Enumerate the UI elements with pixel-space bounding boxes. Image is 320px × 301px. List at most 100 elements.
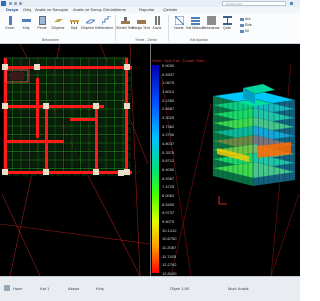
concrete-button[interactable]: Betonarme	[202, 16, 220, 38]
status-icon	[4, 285, 10, 291]
tab-analysis[interactable]: Analiz ve Sonuçlar	[35, 8, 68, 12]
slab-cell	[72, 143, 80, 151]
slab-cell	[115, 143, 123, 151]
stair-icon	[102, 16, 111, 25]
shear-wall-button[interactable]: Perde	[35, 16, 49, 38]
slab-cell	[38, 84, 46, 92]
tab-drawings[interactable]: Çizimler	[163, 8, 177, 12]
slab-cell	[13, 58, 21, 66]
slab-cell	[13, 109, 21, 117]
delete-small-label: Sil	[245, 29, 249, 33]
stair-button[interactable]: Merdiven	[99, 16, 113, 38]
legend-value: 8.0062	[162, 193, 175, 198]
slab-cell	[89, 58, 97, 66]
ribbed-slab-button[interactable]: Dişli	[67, 16, 81, 38]
beam	[4, 140, 64, 143]
plan-view-canvas[interactable]	[0, 44, 150, 276]
column	[43, 169, 49, 175]
slab-cell	[98, 75, 106, 83]
legend-value: 3.7362	[162, 123, 175, 129]
pile-icon	[155, 16, 160, 25]
redo-icon[interactable]	[19, 2, 22, 5]
slab-cell	[38, 160, 46, 168]
slab-cell	[115, 109, 123, 117]
column	[2, 64, 8, 70]
slab-cell	[81, 84, 89, 92]
beam-button[interactable]: Kiriş	[19, 16, 33, 38]
steel-button[interactable]: Çelik	[220, 16, 234, 38]
undo-icon[interactable]	[14, 2, 17, 5]
delete-small-button[interactable]: Sil	[240, 29, 249, 33]
legend-value: 4.8037	[162, 141, 175, 146]
slab-cell	[30, 152, 38, 160]
search-small-button[interactable]: Ara	[240, 17, 250, 21]
slab-cell	[115, 152, 123, 160]
slab-cell	[115, 135, 123, 143]
slab-cell	[106, 92, 114, 100]
mat-foundation-button[interactable]: Radye Temel	[132, 16, 150, 38]
slab-cell	[21, 84, 29, 92]
tab-home[interactable]: Giriş	[23, 8, 31, 12]
slab-cell	[98, 84, 106, 92]
slab-cell	[21, 58, 29, 66]
floor-macro-button[interactable]: Kat Makrosu	[186, 16, 204, 38]
ribbed-slab-icon	[70, 20, 79, 24]
slab-cell	[115, 75, 123, 83]
slab-cell	[13, 160, 21, 168]
slab-cell	[106, 118, 114, 126]
slab-cell	[98, 109, 106, 117]
tab-results-view[interactable]: Analiz ve Sonuç Görüntüleme	[73, 8, 126, 12]
app-logo-icon[interactable]	[1, 1, 6, 6]
slab-cell	[38, 118, 46, 126]
legend-value: 9.0737	[162, 210, 175, 216]
slab-cell	[30, 143, 38, 151]
search-small-label: Ara	[245, 17, 251, 21]
tab-file[interactable]: Dosya	[6, 8, 18, 12]
floor-macro-icon	[191, 17, 200, 25]
slab-cell	[21, 126, 29, 134]
slab-icon	[54, 19, 63, 22]
slab-cell	[55, 126, 63, 134]
slab-button[interactable]: Döşeme	[51, 16, 65, 38]
slab-cell	[98, 152, 106, 160]
axis-line	[129, 44, 141, 276]
slab-edge-button[interactable]: Döşeme Kenarı	[81, 16, 99, 38]
pile-button[interactable]: Kazık	[150, 16, 164, 38]
slab-cell	[81, 160, 89, 168]
mat-foundation-icon	[137, 20, 146, 24]
column	[43, 103, 49, 109]
status-member[interactable]: Kiriş	[96, 286, 104, 291]
scaffold-button[interactable]: İskele	[172, 16, 186, 38]
slab-cell	[115, 118, 123, 126]
result-type-label: Shell - Açık Kat - Donatı Yükü	[152, 58, 205, 63]
slab-cell	[38, 143, 46, 151]
save-icon[interactable]	[9, 2, 12, 5]
slab-cell	[64, 152, 72, 160]
plan-drawing[interactable]	[0, 44, 150, 276]
column-button[interactable]: Kolon	[3, 16, 17, 38]
slab-cell	[55, 84, 63, 92]
slab-cell	[55, 75, 63, 83]
status-axes[interactable]: Akslar	[68, 286, 79, 291]
slab-cell	[106, 152, 114, 160]
slab-cell	[72, 160, 80, 168]
slab-cell	[81, 75, 89, 83]
slab-cell	[55, 118, 63, 126]
slab-cell	[13, 126, 21, 134]
slab-edge-icon	[86, 19, 95, 24]
legend-value: 6.4050	[162, 167, 175, 172]
slab-cell	[64, 126, 72, 134]
status-mode[interactable]: Mod: Analiz	[228, 286, 249, 291]
add-small-button[interactable]: Ekle	[240, 23, 252, 27]
tab-reports[interactable]: Raporlar	[139, 8, 154, 12]
command-search-input[interactable]: Komut Ara	[222, 1, 286, 6]
strip-footing-button[interactable]: Sürekli Temel	[116, 16, 134, 38]
legend-value: 8.5400	[162, 201, 175, 207]
help-icon[interactable]	[290, 2, 293, 5]
slab-cell	[72, 75, 80, 83]
status-floor[interactable]: Kat 1	[40, 286, 49, 291]
legend-value: 2.6687	[162, 106, 175, 112]
beam	[36, 78, 39, 138]
status-scale[interactable]: Ölçek 1:50	[170, 286, 189, 291]
slab-cell	[81, 58, 89, 66]
